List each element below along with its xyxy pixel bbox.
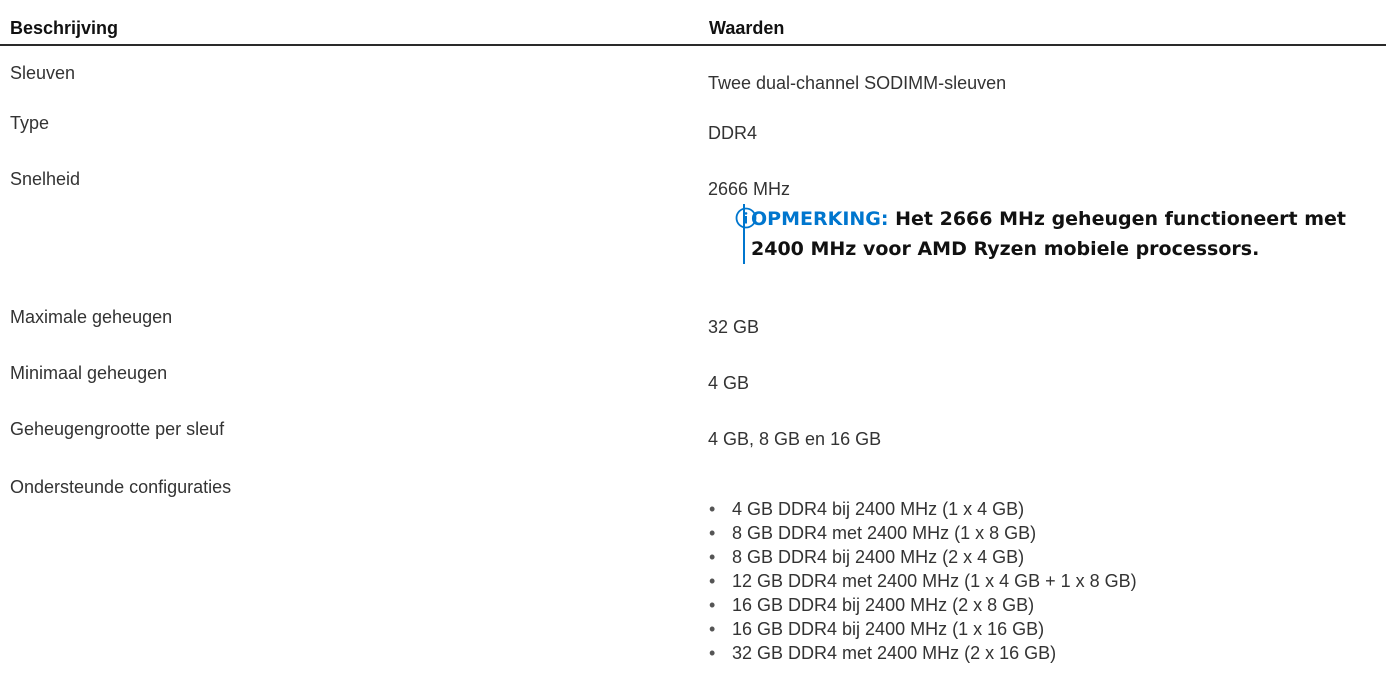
note-accent-bar [743,204,745,264]
list-item: • 16 GB DDR4 bij 2400 MHz (2 x 8 GB) [708,594,1137,618]
list-item-text: 8 GB DDR4 bij 2400 MHz (2 x 4 GB) [732,547,1025,567]
table-row-maximale-geheugen: Maximale geheugen 32 GB [0,302,1386,358]
row-value: 4 GB, 8 GB en 16 GB [708,429,882,449]
table-header: Beschrijving Waarden [0,10,1386,46]
table-row-snelheid: Snelheid 2666 MHz OPMERKING: Het 2666 MH… [0,158,1386,302]
note-text: OPMERKING: Het 2666 MHz geheugen functio… [751,204,1386,264]
row-label: Minimaal geheugen [10,363,168,383]
row-label: Maximale geheugen [10,307,173,327]
bullet-icon: • [709,619,716,639]
row-label: Type [10,113,50,133]
bullet-icon: • [709,571,716,591]
list-item-text: 16 GB DDR4 bij 2400 MHz (2 x 8 GB) [732,595,1035,615]
list-item: • 8 GB DDR4 bij 2400 MHz (2 x 4 GB) [708,546,1137,570]
bullet-icon: • [709,523,716,543]
list-item-text: 32 GB DDR4 met 2400 MHz (2 x 16 GB) [732,643,1057,663]
bullet-icon: • [709,499,716,519]
row-value: 4 GB [708,373,750,393]
note-label: OPMERKING: [751,208,889,230]
list-item: • 4 GB DDR4 bij 2400 MHz (1 x 4 GB) [708,498,1137,522]
table-row-geheugengrootte-per-sleuf: Geheugengrootte per sleuf 4 GB, 8 GB en … [0,414,1386,470]
row-value: Twee dual-channel SODIMM-sleuven [708,73,1007,93]
list-item-text: 16 GB DDR4 bij 2400 MHz (1 x 16 GB) [732,619,1045,639]
list-item: • 12 GB DDR4 met 2400 MHz (1 x 4 GB + 1 x… [708,570,1137,594]
column-header-description: Beschrijving [10,18,119,38]
table-row-minimaal-geheugen: Minimaal geheugen 4 GB [0,358,1386,414]
row-label: Snelheid [10,169,81,189]
row-label: Sleuven [10,63,76,83]
bullet-icon: • [709,547,716,567]
list-item: • 8 GB DDR4 met 2400 MHz (1 x 8 GB) [708,522,1137,546]
row-value: 2666 MHz [708,179,791,199]
memory-spec-table: Beschrijving Waarden Sleuven Twee dual-c… [0,10,1386,690]
list-item-text: 8 GB DDR4 met 2400 MHz (1 x 8 GB) [732,523,1037,543]
configuration-list: • 4 GB DDR4 bij 2400 MHz (1 x 4 GB) • 8 GB… [708,498,1137,666]
list-item-text: 12 GB DDR4 met 2400 MHz (1 x 4 GB + 1 x … [732,571,1137,591]
row-label: Geheugengrootte per sleuf [10,419,225,439]
row-value: DDR4 [708,123,758,143]
row-value: 32 GB [708,317,760,337]
list-item: • 32 GB DDR4 met 2400 MHz (2 x 16 GB) [708,642,1137,666]
list-item: • 16 GB DDR4 bij 2400 MHz (1 x 16 GB) [708,618,1137,642]
bullet-icon: • [709,643,716,663]
table-row-type: Type DDR4 [0,110,1386,158]
bullet-icon: • [709,595,716,615]
table-row-sleuven: Sleuven Twee dual-channel SODIMM-sleuven [0,46,1386,110]
list-item-text: 4 GB DDR4 bij 2400 MHz (1 x 4 GB) [732,499,1025,519]
row-label: Ondersteunde configuraties [10,477,232,497]
table-row-ondersteunde-configuraties: Ondersteunde configuraties • 4 GB DDR4 bi… [0,470,1386,690]
column-header-values: Waarden [709,18,785,38]
